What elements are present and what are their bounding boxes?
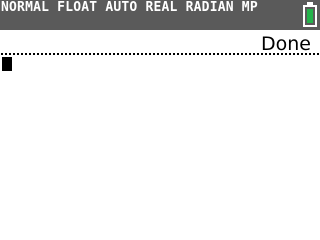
calculator-screen: NORMAL FLOAT AUTO REAL RADIAN MP Done <box>0 0 320 240</box>
cursor[interactable] <box>2 57 12 71</box>
entry-divider <box>1 53 319 55</box>
result-text: Done <box>261 33 311 55</box>
mode-indicator: NORMAL FLOAT AUTO REAL RADIAN MP <box>1 0 258 15</box>
battery-level <box>307 9 313 23</box>
battery-icon <box>303 2 317 27</box>
battery-body <box>303 5 317 27</box>
status-bar: NORMAL FLOAT AUTO REAL RADIAN MP <box>0 0 320 30</box>
